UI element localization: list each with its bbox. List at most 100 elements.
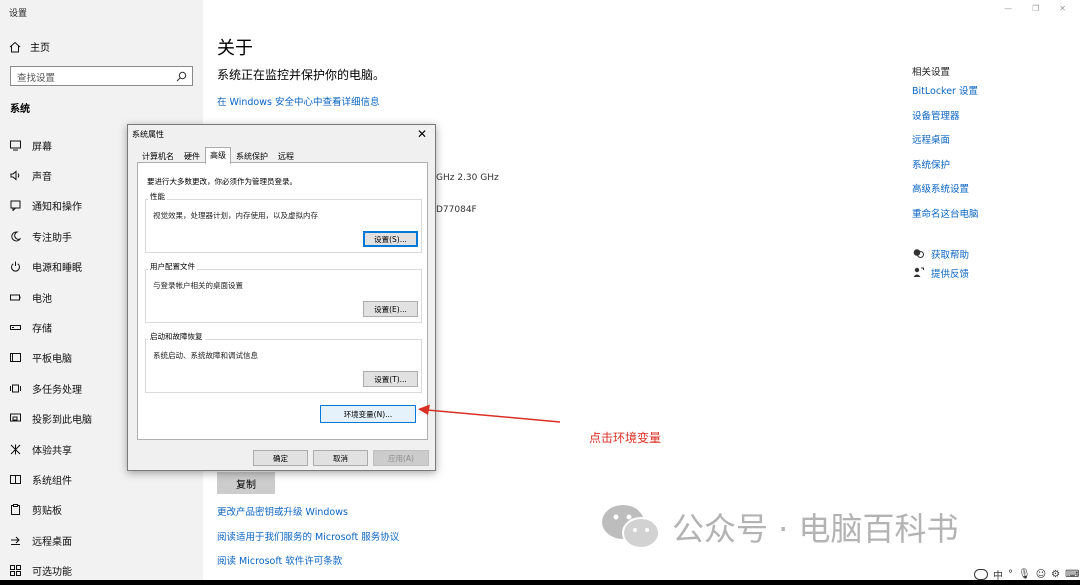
cancel-button[interactable]: 取消 bbox=[313, 450, 368, 466]
annotation-text: 点击环境变量 bbox=[589, 431, 662, 445]
processor-spec-partial: GHz 2.30 GHz bbox=[436, 173, 499, 183]
admin-note: 要进行大多数更改，你必须作为管理员登录。 bbox=[147, 177, 297, 186]
tab-hardware[interactable]: 硬件 bbox=[179, 148, 205, 163]
device-id-partial: D77084F bbox=[436, 205, 477, 215]
emoji-icon[interactable]: ☺ bbox=[1036, 569, 1046, 580]
app-title: 设置 bbox=[9, 9, 28, 19]
license-terms-link[interactable]: 阅读 Microsoft 软件许可条款 bbox=[217, 553, 399, 578]
punctuation-icon[interactable]: ° bbox=[1008, 569, 1013, 580]
sidebar-item-label: 专注助手 bbox=[32, 232, 72, 244]
storage-icon bbox=[10, 325, 21, 331]
system-protection-link[interactable]: 系统保护 bbox=[912, 157, 979, 182]
section-title-system: 系统 bbox=[10, 104, 30, 115]
related-settings-title: 相关设置 bbox=[912, 67, 951, 78]
sidebar-item-label: 屏幕 bbox=[32, 141, 52, 153]
environment-variables-button[interactable]: 环境变量(N)... bbox=[320, 405, 416, 423]
rename-pc-link[interactable]: 重命名这台电脑 bbox=[912, 206, 979, 231]
user-profile-desc: 与登录帐户相关的桌面设置 bbox=[153, 281, 243, 290]
security-center-link[interactable]: 在 Windows 安全中心中查看详细信息 bbox=[217, 94, 379, 108]
sidebar-item-label: 剪贴板 bbox=[32, 506, 62, 518]
startup-settings-button[interactable]: 设置(T)... bbox=[363, 371, 418, 387]
performance-desc: 视觉效果，处理器计划，内存使用，以及虚拟内存 bbox=[153, 211, 318, 220]
page-title: 关于 bbox=[217, 38, 253, 59]
remote-desktop-link[interactable]: 远程桌面 bbox=[912, 132, 979, 157]
dialog-close-icon[interactable]: ✕ bbox=[417, 127, 427, 141]
get-help-row[interactable]: 获取帮助 bbox=[913, 244, 969, 263]
tab-computer-name[interactable]: 计算机名 bbox=[137, 148, 179, 163]
search-placeholder: 查找设置 bbox=[17, 73, 56, 84]
watermark: 公众号 · 电脑百科书 bbox=[600, 502, 959, 552]
user-profile-label: 用户配置文件 bbox=[148, 261, 197, 272]
startup-recovery-label: 启动和故障恢复 bbox=[148, 331, 205, 342]
startup-recovery-group: 启动和故障恢复 系统启动、系统故障和调试信息 设置(T)... bbox=[145, 331, 422, 393]
battery-icon bbox=[10, 294, 21, 301]
sidebar-item-label: 投影到此电脑 bbox=[32, 415, 92, 427]
components-icon bbox=[10, 474, 21, 484]
tab-remote[interactable]: 远程 bbox=[273, 148, 299, 163]
wechat-icon bbox=[602, 505, 660, 549]
optional-icon bbox=[10, 565, 21, 577]
annotation-arrow bbox=[418, 404, 561, 423]
search-settings-input[interactable]: 查找设置 bbox=[10, 66, 193, 86]
sidebar-item-label: 声音 bbox=[32, 172, 52, 184]
change-product-key-link[interactable]: 更改产品密钥或升级 Windows bbox=[217, 504, 399, 529]
dialog-title: 系统属性 bbox=[132, 130, 164, 139]
feedback-link[interactable]: 提供反馈 bbox=[931, 266, 969, 280]
power-icon bbox=[11, 261, 20, 272]
get-help-link[interactable]: 获取帮助 bbox=[931, 247, 969, 261]
remote-icon bbox=[11, 536, 20, 545]
sidebar-item-label: 通知和操作 bbox=[32, 202, 82, 214]
tablet-icon bbox=[10, 353, 21, 363]
user-profile-group: 用户配置文件 与登录帐户相关的桌面设置 设置(E)... bbox=[145, 261, 422, 323]
sidebar-item-label: 电源和睡眠 bbox=[32, 263, 82, 275]
sidebar-item-label: 电池 bbox=[32, 293, 52, 305]
service-agreement-link[interactable]: 阅读适用于我们服务的 Microsoft 服务协议 bbox=[217, 529, 399, 554]
display-icon bbox=[10, 140, 21, 151]
project-icon bbox=[10, 413, 21, 422]
related-settings: 相关设置 BitLocker 设置 设备管理器 远程桌面 系统保护 高级系统设置… bbox=[912, 64, 979, 230]
sidebar-item-clipboard[interactable]: 剪贴板 bbox=[0, 495, 203, 525]
feedback-icon bbox=[913, 267, 924, 277]
close-window-icon[interactable]: ✕ bbox=[1059, 4, 1066, 13]
feedback-row[interactable]: 提供反馈 bbox=[913, 263, 969, 282]
microphone-icon[interactable]: 🎙 bbox=[1018, 569, 1031, 580]
device-manager-link[interactable]: 设备管理器 bbox=[912, 108, 979, 133]
speaker-icon bbox=[10, 170, 20, 181]
watermark-text: 公众号 · 电脑百科书 bbox=[672, 510, 959, 548]
keyboard-icon[interactable]: ⌨ bbox=[1065, 569, 1079, 580]
advanced-system-settings-link[interactable]: 高级系统设置 bbox=[912, 181, 979, 206]
sidebar-item-label: 远程桌面 bbox=[32, 536, 72, 548]
user-profile-settings-button[interactable]: 设置(E)... bbox=[363, 301, 418, 317]
minimize-icon[interactable]: — bbox=[1004, 4, 1012, 13]
maximize-icon[interactable]: ❐ bbox=[1032, 4, 1039, 13]
ok-button[interactable]: 确定 bbox=[253, 450, 308, 466]
gear-icon[interactable]: ⚙ bbox=[1051, 569, 1060, 580]
notification-icon bbox=[10, 200, 21, 212]
performance-settings-button[interactable]: 设置(S)... bbox=[363, 231, 418, 247]
performance-group: 性能 视觉效果，处理器计划，内存使用，以及虚拟内存 设置(S)... bbox=[145, 191, 422, 253]
sidebar-item-label: 可选功能 bbox=[32, 567, 72, 579]
ime-status-icon[interactable] bbox=[974, 569, 988, 580]
multitask-icon bbox=[10, 384, 21, 393]
search-icon bbox=[176, 71, 187, 82]
performance-label: 性能 bbox=[148, 191, 167, 202]
share-icon bbox=[10, 444, 21, 455]
copy-button[interactable]: 复制 bbox=[217, 472, 275, 494]
startup-recovery-desc: 系统启动、系统故障和调试信息 bbox=[153, 351, 258, 360]
home-label: 主页 bbox=[30, 43, 50, 54]
sidebar-item-remote-desktop[interactable]: 远程桌面 bbox=[0, 525, 203, 555]
taskbar-edge bbox=[0, 580, 1080, 585]
protection-status: 系统正在监控并保护你的电脑。 bbox=[217, 68, 386, 82]
bitlocker-link[interactable]: BitLocker 设置 bbox=[912, 83, 979, 108]
home-nav-item[interactable]: 主页 bbox=[9, 39, 50, 54]
apply-button[interactable]: 应用(A) bbox=[373, 450, 429, 466]
chat-help-icon bbox=[913, 249, 924, 258]
moon-icon bbox=[11, 231, 21, 242]
help-section: 获取帮助 提供反馈 bbox=[913, 244, 969, 282]
sidebar-item-label: 多任务处理 bbox=[32, 384, 82, 396]
tab-system-protection[interactable]: 系统保护 bbox=[231, 148, 273, 163]
bottom-links: 更改产品密钥或升级 Windows 阅读适用于我们服务的 Microsoft 服… bbox=[217, 504, 399, 578]
clipboard-icon bbox=[11, 504, 20, 516]
sidebar-item-label: 系统组件 bbox=[32, 475, 72, 487]
tab-advanced[interactable]: 高级 bbox=[205, 147, 231, 164]
